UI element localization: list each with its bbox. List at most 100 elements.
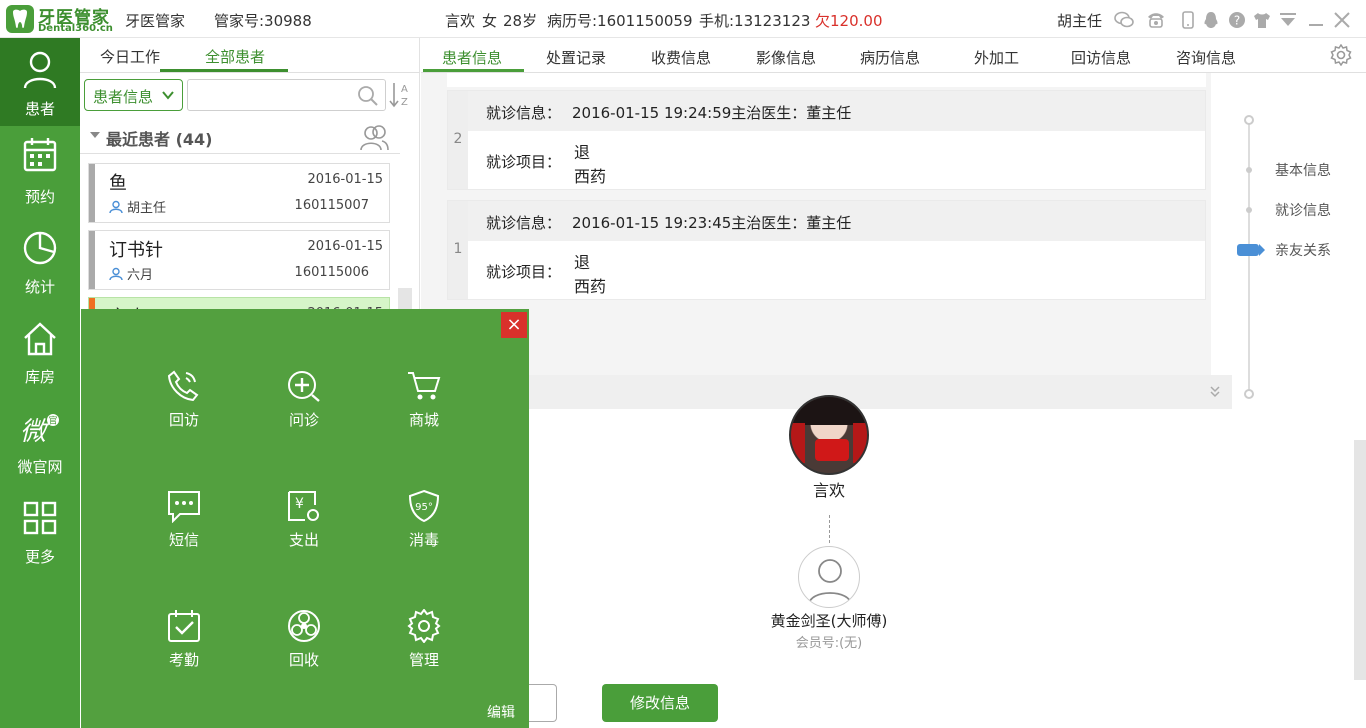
person-icon [23, 51, 57, 89]
menu-item-expense[interactable]: ¥ 支出 [264, 489, 344, 569]
user-name[interactable]: 胡主任 [1057, 10, 1102, 31]
menu-item-sms[interactable]: 短信 [144, 489, 224, 569]
menu-item-mall[interactable]: 商城 [384, 369, 464, 449]
double-chevron-down-icon[interactable] [1208, 384, 1222, 398]
svg-text:¥: ¥ [295, 496, 304, 512]
patient-search-box[interactable] [187, 79, 386, 111]
menu-item-label: 问诊 [288, 411, 319, 429]
dropdown-menu-icon[interactable] [1278, 10, 1298, 30]
menu-item-attendance[interactable]: 考勤 [144, 609, 224, 689]
doctor-user-icon [109, 267, 123, 281]
tab-today-work[interactable]: 今日工作 [100, 46, 160, 67]
menu-item-disinfect[interactable]: 95° 消毒 [384, 489, 464, 569]
popup-edit-link[interactable]: 编辑 [487, 702, 515, 722]
minimize-icon[interactable] [1306, 10, 1326, 30]
mobile-icon[interactable] [1178, 10, 1198, 30]
sidebar-item-statistics[interactable]: 统计 [0, 218, 80, 306]
gear-icon[interactable] [1330, 44, 1352, 66]
tab-consultation[interactable]: 咨询信息 [1176, 47, 1236, 68]
collapse-triangle-icon [90, 132, 100, 138]
qq-icon[interactable] [1201, 10, 1221, 30]
disinfect-icon: 95° [408, 489, 440, 523]
menu-item-consult[interactable]: 问诊 [264, 369, 344, 449]
tooth-logo-icon [6, 5, 34, 33]
recent-patients-header[interactable]: 最近患者 (44) [80, 120, 400, 154]
calendar-icon [23, 138, 57, 172]
tab-imaging[interactable]: 影像信息 [756, 47, 816, 68]
pie-chart-icon [23, 231, 57, 265]
close-window-icon[interactable] [1332, 10, 1352, 30]
cart-icon [408, 372, 441, 400]
house-icon [24, 322, 56, 356]
patient-age: 28岁 [503, 12, 538, 30]
tab-all-patients[interactable]: 全部患者 [205, 46, 265, 67]
group-users-icon[interactable] [360, 124, 390, 152]
help-icon[interactable]: ? [1227, 10, 1247, 30]
sidebar-item-warehouse[interactable]: 库房 [0, 308, 80, 396]
tab-treatment-records[interactable]: 处置记录 [546, 47, 606, 68]
patient-family-name: 言欢 [812, 481, 845, 500]
patient-filter-select[interactable]: 患者信息 [84, 79, 183, 111]
sidebar-item-more[interactable]: 更多 [0, 488, 80, 576]
patient-search-input[interactable] [192, 81, 352, 109]
patient-card[interactable]: 订书针 2016-01-15 六月 160115006 [88, 230, 390, 290]
section-timeline: 基本信息 就诊信息 亲友关系 [1211, 73, 1366, 728]
menu-item-label: 商城 [408, 411, 439, 429]
patient-card-name: 订书针 [109, 240, 163, 261]
grid-icon [23, 501, 57, 535]
timeline-dot [1246, 207, 1252, 213]
visit-info-label: 就诊信息： [486, 104, 562, 122]
tab-patient-info[interactable]: 患者信息 [442, 47, 502, 68]
svg-text:A: A [401, 84, 408, 95]
search-icon[interactable] [357, 85, 379, 107]
popup-close-button[interactable]: × [501, 312, 527, 338]
menu-item-label: 消毒 [408, 531, 439, 549]
avatar-detail [815, 439, 849, 461]
sidebar-label: 统计 [24, 278, 55, 296]
patient-card[interactable]: 鱼 2016-01-15 胡主任 160115007 [88, 163, 390, 223]
relative-avatar[interactable] [798, 546, 860, 608]
skin-shirt-icon[interactable] [1252, 10, 1272, 30]
account-number: 管家号:30988 [214, 12, 312, 30]
patient-card-doctor: 胡主任 [109, 197, 166, 216]
phone-callback-icon [167, 370, 199, 402]
sort-az-icon[interactable]: AZ [389, 81, 413, 109]
wechat-icon[interactable] [1114, 10, 1134, 30]
telephone-icon[interactable] [1146, 10, 1166, 30]
sidebar-item-patients[interactable]: 患者 [0, 38, 80, 126]
avatar-detail [791, 423, 805, 463]
relative-member-number: 会员号:(无) [795, 636, 863, 651]
tab-medical-record[interactable]: 病历信息 [860, 47, 920, 68]
consult-icon [288, 371, 320, 402]
svg-text:微: 微 [20, 417, 50, 447]
menu-item-follow-up[interactable]: 回访 [144, 369, 224, 449]
patient-card-id: 160115007 [294, 198, 369, 213]
timeline-family-relations[interactable]: 亲友关系 [1275, 240, 1331, 260]
svg-text:官: 官 [48, 415, 57, 427]
timeline-visit-info[interactable]: 就诊信息 [1275, 200, 1331, 220]
timeline-end-dot [1244, 389, 1254, 399]
menu-item-management[interactable]: 管理 [384, 609, 464, 689]
patient-card-name: 鱼 [109, 173, 127, 194]
chevron-down-icon [162, 91, 174, 100]
menu-item-recycle[interactable]: 回收 [264, 609, 344, 689]
sidebar-item-appointment[interactable]: 预约 [0, 128, 80, 216]
sidebar-item-micro-site[interactable]: 微官 微官网 [0, 398, 80, 486]
visit-card: 2 就诊信息： 2016-01-15 19:24:59主治医生：董主任 就诊项目… [447, 90, 1206, 190]
patient-name: 言欢 [445, 12, 476, 30]
menu-item-label: 回收 [288, 651, 319, 669]
patient-avatar[interactable] [789, 395, 869, 475]
visit-item: 西药 [574, 167, 607, 186]
tab-follow-up[interactable]: 回访信息 [1071, 47, 1131, 68]
main-sidebar: 患者 预约 统计 库房 微官 微官网 更多 [0, 38, 80, 728]
tab-billing[interactable]: 收费信息 [651, 47, 711, 68]
tab-outsourcing[interactable]: 外加工 [974, 47, 1019, 68]
timeline-basic-info[interactable]: 基本信息 [1275, 160, 1331, 180]
modify-info-button[interactable]: 修改信息 [602, 684, 718, 722]
doctor-user-icon [109, 200, 123, 214]
visit-item: 退 [574, 143, 591, 162]
default-user-icon [808, 559, 852, 605]
app-logo: 牙医管家 Dental360.cn [4, 3, 116, 35]
content-scrollbar[interactable] [1354, 440, 1366, 680]
biohazard-icon [288, 610, 320, 642]
